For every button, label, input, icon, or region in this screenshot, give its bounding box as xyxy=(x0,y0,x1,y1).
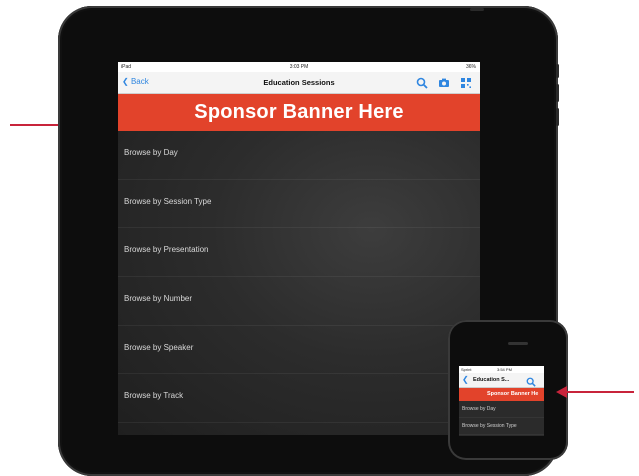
navigation-bar: ❮ Education S... xyxy=(459,373,544,388)
menu-list: Browse by Day Browse by Session Type Bro… xyxy=(118,131,480,424)
list-item[interactable]: Browse by Number xyxy=(118,277,480,326)
ipad-screen: iPad 3:03 PM 36% ❮ Back Education Sessio… xyxy=(118,62,480,435)
status-bar: Sprint 3:54 PM xyxy=(459,366,544,373)
page-title: Education S... xyxy=(473,377,510,383)
search-icon[interactable] xyxy=(526,374,536,387)
status-battery: 36% xyxy=(465,64,476,70)
qr-code-icon[interactable] xyxy=(460,76,472,88)
arrow-left-icon xyxy=(556,386,634,398)
ipad-top-button xyxy=(470,8,484,11)
status-time: 3:03 PM xyxy=(289,64,309,70)
search-icon[interactable] xyxy=(416,76,428,89)
ipad-volume-button xyxy=(556,84,559,102)
ipad-side-button xyxy=(556,64,559,78)
camera-icon[interactable] xyxy=(438,76,450,88)
list-item[interactable]: Browse by Track xyxy=(118,374,480,424)
list-item[interactable]: Browse by Presentation xyxy=(118,228,480,278)
list-item[interactable]: Browse by Session Type xyxy=(118,180,480,229)
ipad-volume-button xyxy=(556,108,559,126)
list-item[interactable]: Browse by Speaker xyxy=(118,326,480,375)
list-item[interactable]: Browse by Day xyxy=(459,401,544,418)
list-item[interactable]: Browse by Day xyxy=(118,131,480,180)
iphone-speaker xyxy=(508,342,528,345)
sponsor-banner[interactable]: Sponsor Banner He xyxy=(459,388,544,401)
list-item[interactable]: Browse by Session Type xyxy=(459,418,544,435)
status-time: 3:54 PM xyxy=(497,367,512,372)
chevron-left-icon[interactable]: ❮ xyxy=(462,375,469,384)
navigation-bar: ❮ Back Education Sessions xyxy=(118,72,480,94)
iphone-screen: Sprint 3:54 PM ❮ Education S... Sponsor … xyxy=(459,366,544,436)
status-carrier: Sprint xyxy=(461,367,472,372)
status-bar: iPad 3:03 PM 36% xyxy=(118,62,480,72)
sponsor-banner[interactable]: Sponsor Banner Here xyxy=(118,94,480,131)
